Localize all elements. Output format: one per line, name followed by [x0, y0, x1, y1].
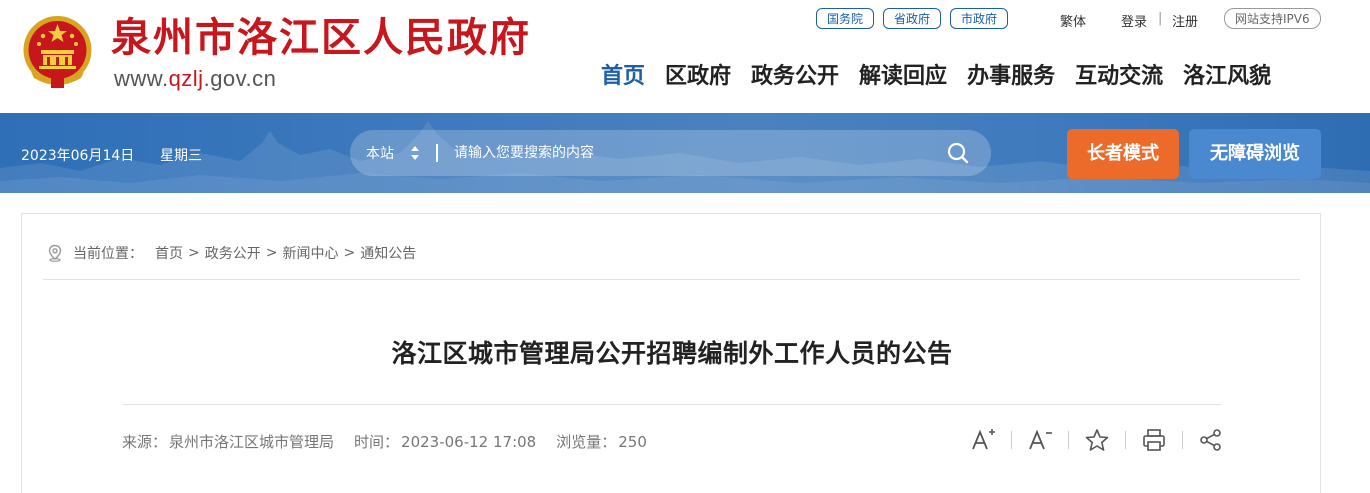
quick-links: 国务院 省政府 市政府 [816, 8, 1009, 29]
elder-mode-button[interactable]: 长者模式 [1067, 129, 1179, 179]
url-suffix: .gov.cn [203, 66, 277, 91]
traditional-chinese-link[interactable]: 繁体 [1060, 11, 1086, 30]
nav-gov-affairs[interactable]: 政务公开 [751, 58, 839, 90]
font-decrease-icon[interactable] [1027, 427, 1053, 453]
font-increase-icon[interactable] [970, 427, 996, 453]
article-meta: 来源： 泉州市洛江区城市管理局 时间： 2023-06-12 17:08 浏览量： 250 [122, 431, 647, 452]
breadcrumb-news-center[interactable]: 新闻中心 [282, 243, 338, 263]
accessible-browsing-button[interactable]: 无障碍浏览 [1189, 129, 1321, 179]
breadcrumb-divider [43, 279, 1300, 280]
nav-interaction[interactable]: 互动交流 [1075, 58, 1163, 90]
site-header: 泉州市洛江区人民政府 www.qzlj.gov.cn 国务院 省政府 市政府 繁… [0, 0, 1370, 113]
link-state-council[interactable]: 国务院 [816, 8, 875, 29]
ipv6-badge: 网站支持IPV6 [1224, 8, 1321, 29]
url-highlight: qzlj [168, 66, 204, 91]
search-input[interactable] [454, 140, 924, 166]
search-divider [436, 144, 438, 162]
nav-services[interactable]: 办事服务 [967, 58, 1055, 90]
views-label: 浏览量： [556, 433, 617, 451]
sort-arrows-icon[interactable] [410, 145, 420, 161]
link-city-gov[interactable]: 市政府 [950, 8, 1009, 29]
title-divider [122, 404, 1222, 405]
nav-home[interactable]: 首页 [601, 58, 645, 90]
current-weekday: 星期三 [160, 148, 202, 164]
breadcrumb-notices[interactable]: 通知公告 [360, 243, 416, 263]
search-banner: 2023年06月14日 星期三 本站 长者模式 无障碍浏览 [0, 113, 1370, 193]
tool-divider [1182, 431, 1183, 449]
article-tools [970, 427, 1224, 453]
source-label: 来源： [122, 433, 168, 451]
source-value: 泉州市洛江区城市管理局 [169, 433, 335, 451]
article-title: 洛江区城市管理局公开招聘编制外工作人员的公告 [391, 339, 953, 368]
login-separator: | [1158, 11, 1163, 26]
breadcrumb-separator: > [343, 245, 356, 261]
nav-district-gov[interactable]: 区政府 [665, 58, 731, 90]
breadcrumb-label: 当前位置： [73, 246, 143, 262]
nav-scenery[interactable]: 洛江风貌 [1183, 58, 1271, 90]
breadcrumb: 当前位置： 首页 > 政务公开 > 新闻中心 > 通知公告 [47, 243, 416, 263]
tool-divider [1011, 431, 1012, 449]
search-bar: 本站 [350, 130, 991, 176]
print-icon[interactable] [1141, 427, 1167, 453]
favorite-star-icon[interactable] [1084, 427, 1110, 453]
tool-divider [1125, 431, 1126, 449]
time-value: 2023-06-12 17:08 [401, 433, 537, 451]
breadcrumb-separator: > [188, 245, 200, 261]
time-label: 时间： [354, 433, 400, 451]
site-title[interactable]: 泉州市洛江区人民政府 [111, 14, 531, 62]
link-province-gov[interactable]: 省政府 [883, 8, 942, 29]
site-url[interactable]: www.qzlj.gov.cn [114, 66, 276, 92]
breadcrumb-separator: > [265, 245, 278, 261]
breadcrumb-gov-affairs[interactable]: 政务公开 [205, 243, 261, 263]
article-card: 当前位置： 首页 > 政务公开 > 新闻中心 > 通知公告 洛江区城市管理局公开… [21, 213, 1321, 493]
main-nav: 首页 区政府 政务公开 解读回应 办事服务 互动交流 洛江风貌 [601, 58, 1271, 90]
search-icon[interactable] [946, 141, 970, 165]
register-link[interactable]: 注册 [1172, 11, 1198, 30]
national-emblem-icon [23, 16, 92, 88]
nav-interpretation[interactable]: 解读回应 [859, 58, 947, 90]
url-prefix: www. [114, 66, 169, 91]
breadcrumb-home[interactable]: 首页 [155, 243, 183, 263]
login-link[interactable]: 登录 [1121, 11, 1147, 30]
location-pin-icon [48, 244, 62, 262]
search-scope-select[interactable]: 本站 [366, 143, 394, 163]
views-value: 250 [618, 433, 647, 451]
tool-divider [1068, 431, 1069, 449]
current-date: 2023年06月14日 [21, 148, 135, 164]
share-icon[interactable] [1198, 427, 1224, 453]
